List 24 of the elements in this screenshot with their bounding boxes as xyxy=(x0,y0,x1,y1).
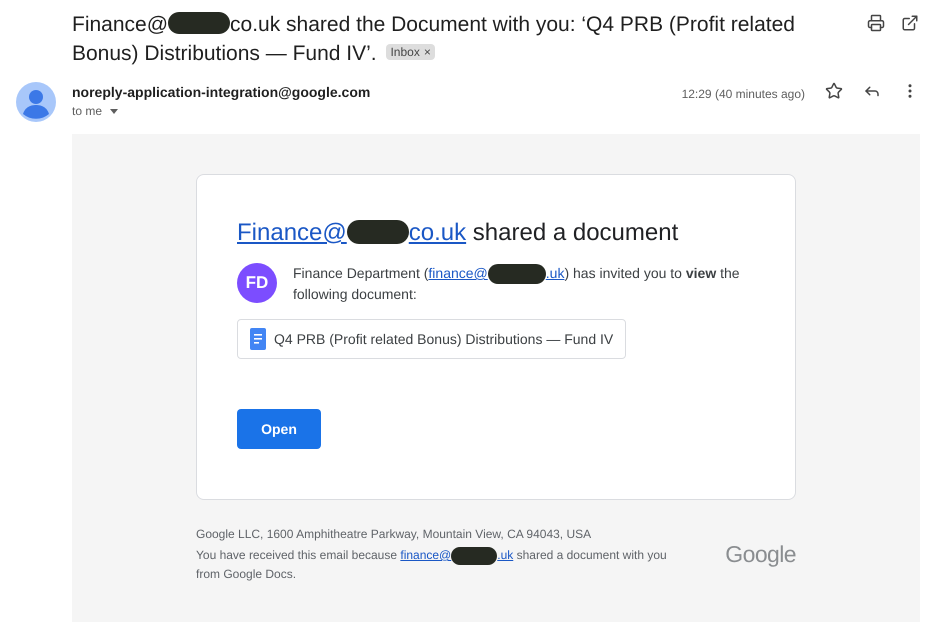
sender-email-link[interactable]: finance@ .uk xyxy=(428,265,564,281)
recipient-toggle[interactable]: to me xyxy=(72,102,370,120)
sender-email-link[interactable]: finance@ .uk xyxy=(400,548,514,562)
inbox-label[interactable]: Inbox × xyxy=(386,44,435,60)
email-subject: Finance@ co.uk shared the Document with you: ‘Q4 PRB (Profit related Bonus) Distributions — Fund IV’. Inbox × xyxy=(72,11,796,67)
avatar-icon xyxy=(16,82,56,122)
document-icon xyxy=(250,328,266,350)
redaction-mark xyxy=(451,546,498,565)
document-chip[interactable]: Q4 PRB (Profit related Bonus) Distributions — Fund IV xyxy=(237,319,626,360)
sender-link[interactable]: Finance@ co.uk xyxy=(237,219,466,246)
open-button[interactable]: Open xyxy=(237,409,321,450)
email-time: 12:29 (40 minutes ago) xyxy=(682,86,805,103)
email-reason-text: You have received this email because finance@ .uk shared a document with you from Google Docs. xyxy=(196,546,668,583)
star-icon[interactable] xyxy=(825,82,843,100)
redaction-mark xyxy=(168,12,230,34)
share-heading: shared a document xyxy=(472,219,678,246)
sender-avatar: FD xyxy=(237,263,277,303)
invitation-text: Finance Department (finance@ .uk) has invited you to view the following document: xyxy=(293,263,741,304)
open-in-new-window-icon[interactable] xyxy=(901,14,919,32)
company-address: Google LLC, 1600 Amphitheatre Parkway, Mountain View, CA 94043, USA xyxy=(196,526,592,543)
redaction-mark xyxy=(488,264,546,284)
redaction-mark xyxy=(346,220,409,244)
print-icon[interactable] xyxy=(867,14,885,32)
sender-address: noreply-application-integration@google.com xyxy=(72,83,370,102)
